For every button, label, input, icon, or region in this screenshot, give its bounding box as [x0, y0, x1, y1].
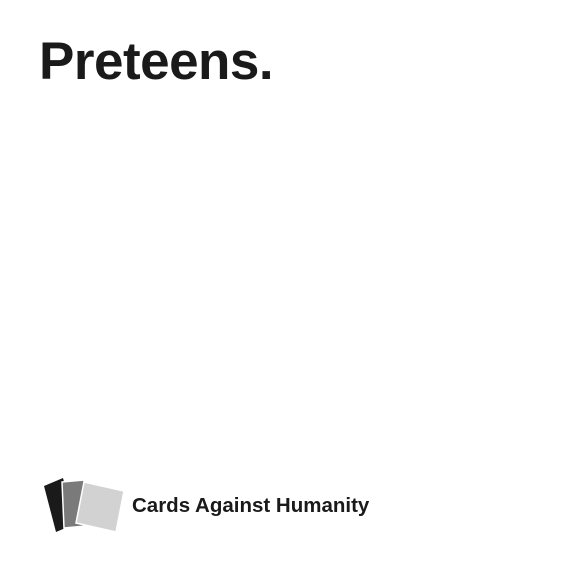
brand-name: Cards Against Humanity — [132, 493, 370, 517]
answer-card: Preteens. Cards Against Humanity — [0, 0, 573, 573]
logo-card-light — [75, 481, 125, 532]
card-text: Preteens. — [39, 32, 274, 91]
stacked-cards-logo-icon — [44, 478, 125, 532]
brand-footer: Cards Against Humanity — [44, 476, 369, 532]
